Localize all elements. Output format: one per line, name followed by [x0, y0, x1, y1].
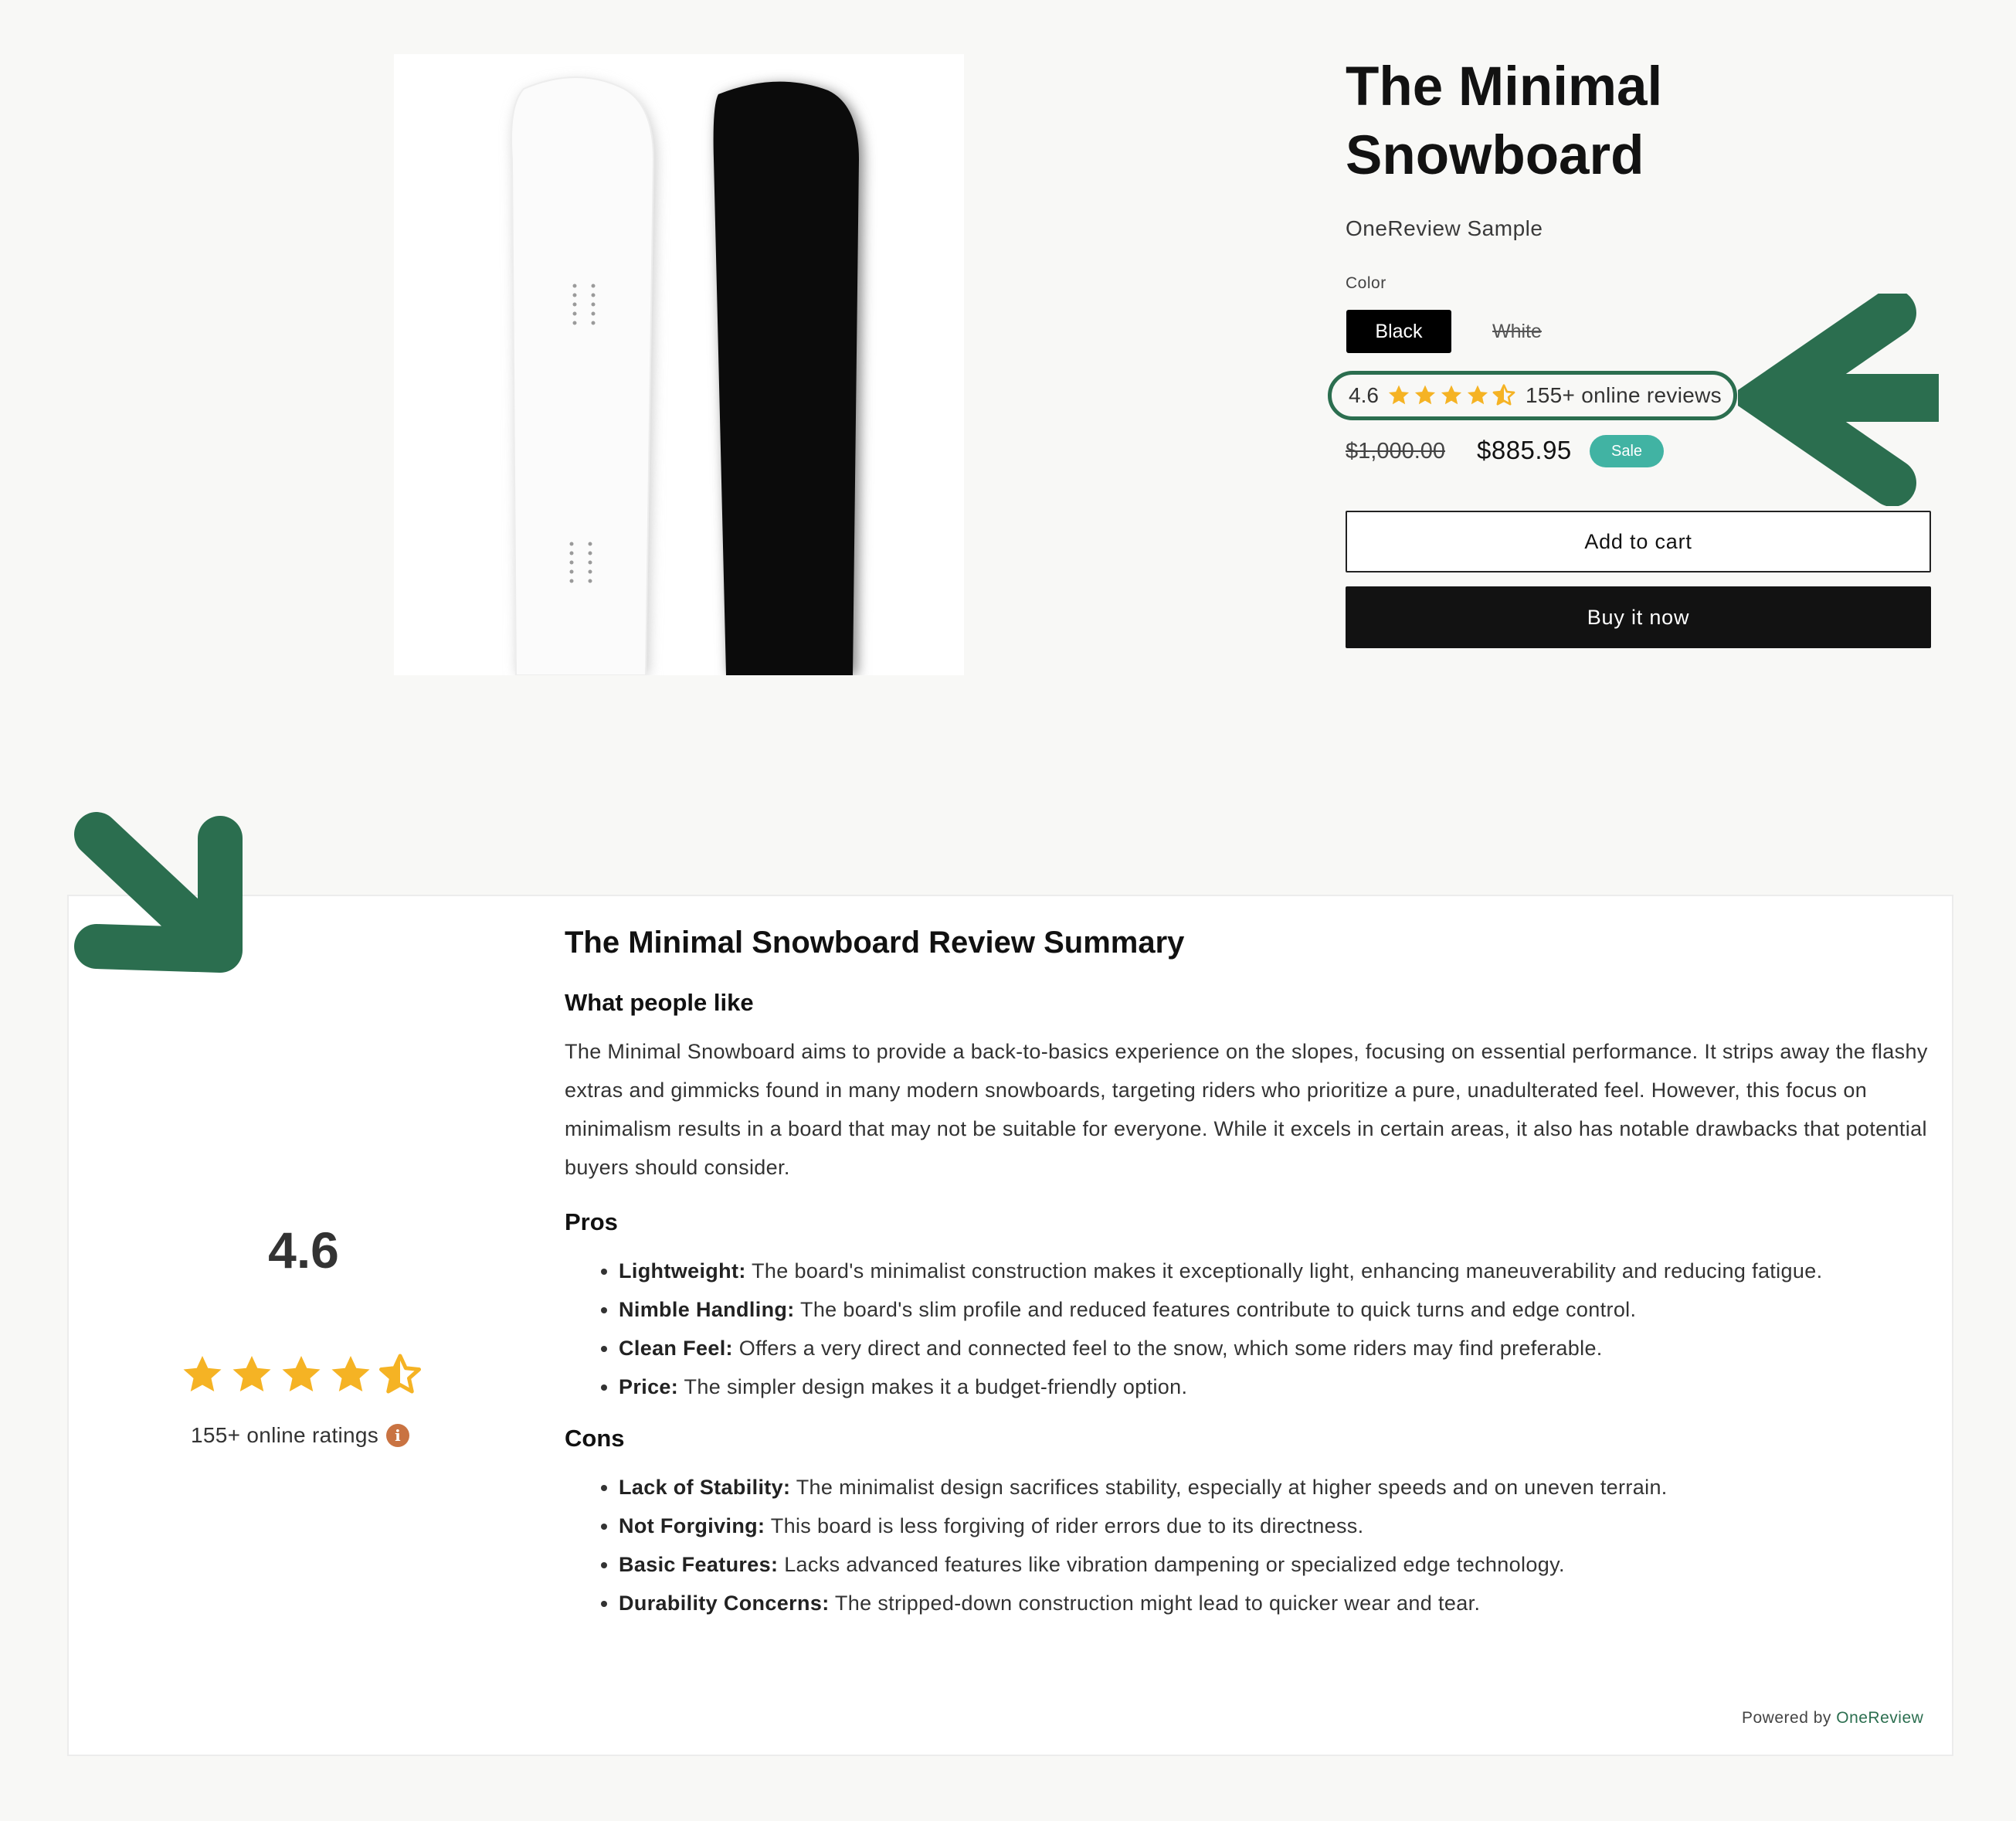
pros-item-label: Price: — [619, 1375, 679, 1398]
cons-item: Not Forgiving: This board is less forgiv… — [619, 1507, 1932, 1545]
pros-item-label: Lightweight: — [619, 1259, 746, 1283]
half-star-icon — [1492, 384, 1515, 406]
cons-item: Durability Concerns: The stripped-down c… — [619, 1584, 1932, 1622]
add-to-cart-button[interactable]: Add to cart — [1346, 511, 1931, 572]
pros-item: Lightweight: The board's minimalist cons… — [619, 1252, 1932, 1290]
cons-item: Lack of Stability: The minimalist design… — [619, 1468, 1932, 1507]
overall-rating: 4.6 — [268, 1221, 339, 1279]
pros-item: Clean Feel: Offers a very direct and con… — [619, 1329, 1932, 1367]
color-option-black[interactable]: Black — [1346, 310, 1451, 353]
rating-value: 4.6 — [1349, 383, 1379, 407]
cons-item-label: Durability Concerns: — [619, 1592, 830, 1615]
regular-price: $1,000.00 — [1346, 439, 1446, 464]
arrow-down-right-icon — [74, 812, 243, 973]
star-icon — [183, 1356, 222, 1391]
sale-price: $885.95 — [1477, 436, 1572, 464]
pros-item-label: Clean Feel: — [619, 1337, 733, 1360]
snowboard-image — [511, 76, 864, 675]
buy-now-button[interactable]: Buy it now — [1346, 586, 1931, 648]
pros-item-text: The board's minimalist construction make… — [745, 1259, 1823, 1283]
powered-by-label: Powered by — [1742, 1709, 1837, 1727]
cons-item-text: This board is less forgiving of rider er… — [765, 1514, 1364, 1537]
cons-item-label: Basic Features: — [619, 1553, 779, 1576]
reviews-count: 155+ online reviews — [1525, 383, 1722, 407]
cons-list: Lack of Stability: The minimalist design… — [565, 1468, 1932, 1622]
review-summary-content: The Minimal Snowboard Review Summary Wha… — [565, 919, 1932, 1638]
half-star-icon — [379, 1354, 421, 1394]
ratings-count: 155+ online ratings — [191, 1423, 379, 1447]
star-icon — [331, 1356, 370, 1391]
star-icon — [1441, 385, 1462, 405]
sale-badge: Sale — [1590, 435, 1664, 467]
like-heading: What people like — [565, 989, 754, 1016]
cons-item-label: Not Forgiving: — [619, 1514, 765, 1537]
pros-item-text: Offers a very direct and connected feel … — [732, 1337, 1603, 1360]
cons-item-text: Lacks advanced features like vibration d… — [778, 1553, 1565, 1576]
star-icon — [282, 1356, 321, 1391]
star-icon — [1414, 385, 1436, 405]
arrow-left-icon — [1738, 294, 1939, 506]
product-title: The Minimal Snowboard — [1346, 56, 1663, 186]
powered-by: Powered by OneReview — [1742, 1709, 1923, 1728]
cons-item-label: Lack of Stability: — [619, 1476, 791, 1499]
pros-item-label: Nimble Handling: — [619, 1298, 795, 1321]
pros-item-text: The simpler design makes it a budget-fri… — [678, 1375, 1188, 1398]
cons-heading: Cons — [565, 1425, 625, 1452]
star-rating — [1386, 383, 1516, 408]
like-text: The Minimal Snowboard aims to provide a … — [565, 1040, 1928, 1179]
star-icon — [1388, 385, 1410, 405]
star-icon — [1467, 385, 1488, 405]
info-icon[interactable]: i — [386, 1424, 410, 1447]
star-icon — [232, 1356, 271, 1391]
product-image — [394, 54, 964, 675]
overall-star-rating — [179, 1352, 423, 1398]
cons-item-text: The minimalist design sacrifices stabili… — [790, 1476, 1668, 1499]
vendor-name: OneReview Sample — [1346, 216, 1543, 240]
color-option-white[interactable]: White — [1474, 310, 1560, 353]
pros-item: Nimble Handling: The board's slim profil… — [619, 1290, 1932, 1329]
summary-title: The Minimal Snowboard Review Summary — [565, 926, 1185, 960]
cons-item-text: The stripped-down construction might lea… — [829, 1592, 1481, 1615]
pros-item: Price: The simpler design makes it a bud… — [619, 1367, 1932, 1406]
pros-list: Lightweight: The board's minimalist cons… — [565, 1252, 1932, 1406]
ratings-count-line: 155+ online ratings i — [191, 1423, 410, 1448]
pros-heading: Pros — [565, 1208, 618, 1235]
cons-item: Basic Features: Lacks advanced features … — [619, 1545, 1932, 1584]
pros-item-text: The board's slim profile and reduced fea… — [794, 1298, 1637, 1321]
color-label: Color — [1346, 274, 1386, 292]
rating-summary-badge[interactable]: 4.6 155+ online reviews — [1328, 371, 1737, 420]
powered-by-link[interactable]: OneReview — [1836, 1709, 1923, 1727]
